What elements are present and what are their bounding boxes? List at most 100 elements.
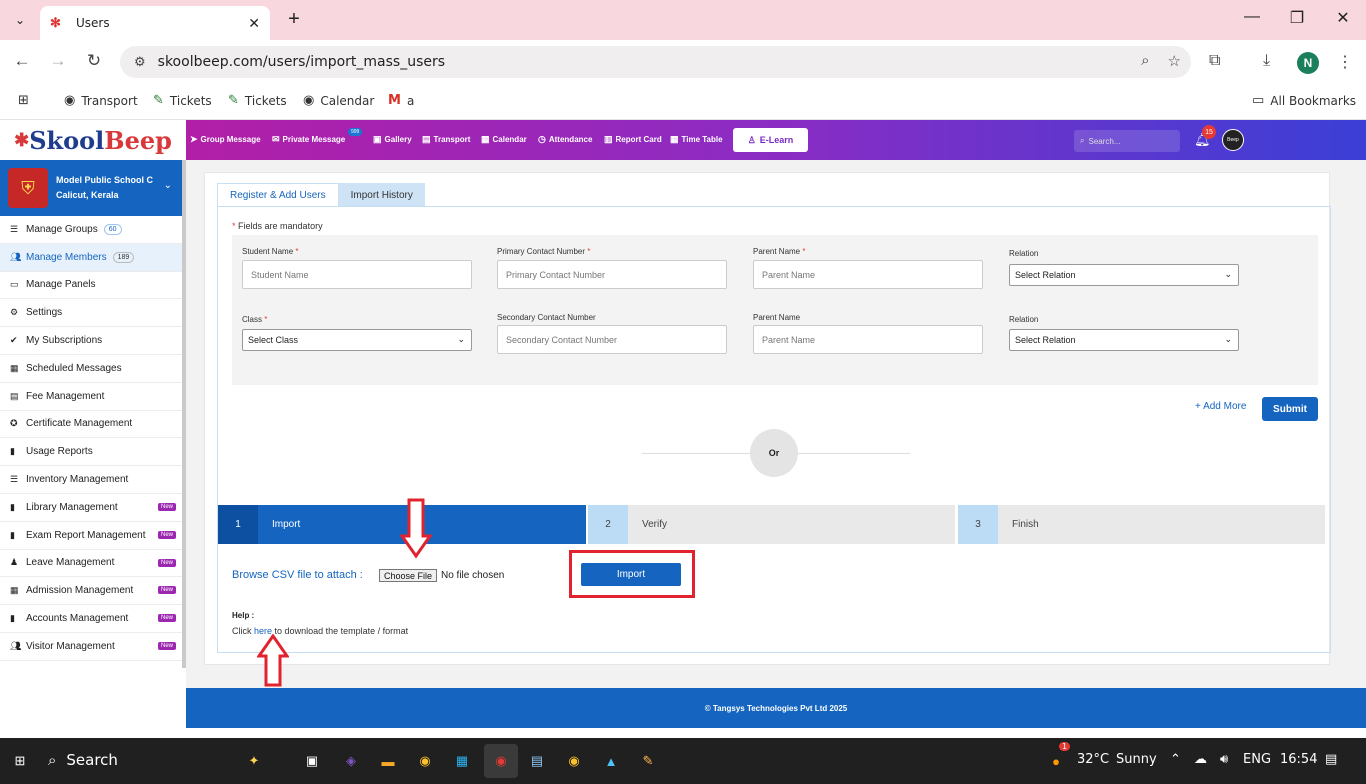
add-more-button[interactable]: + Add More	[1195, 401, 1246, 412]
weather-sun-icon[interactable]: ●	[1046, 751, 1066, 771]
nav-attendance[interactable]: ◷ Attendance	[538, 134, 592, 145]
sidebar-item-inventory-management[interactable]: ☰ Inventory Management	[0, 466, 182, 494]
globe-icon: ◉	[303, 93, 315, 108]
restore-icon[interactable]: ❐	[1282, 8, 1312, 28]
logo-mark-icon: ✱	[14, 129, 30, 151]
nav-group-message[interactable]: ➤ Group Message	[190, 134, 261, 145]
bookmark-tickets-1[interactable]: ✎ Tickets	[153, 93, 212, 108]
notification-center-icon[interactable]: ▤	[1325, 752, 1337, 767]
close-window-icon[interactable]: ✕	[1328, 8, 1358, 28]
parent-name-input[interactable]: Parent Name	[753, 260, 983, 289]
admission-icon: ▦	[10, 585, 19, 596]
sidebar-item-accounts-management[interactable]: ▮ Accounts Management New	[0, 605, 182, 633]
bookmark-gmail[interactable]: Ma	[388, 93, 414, 108]
bookmark-transport[interactable]: ◉ Transport	[64, 93, 138, 108]
sidebar-item-fee-management[interactable]: ▤ Fee Management	[0, 383, 182, 411]
forward-icon[interactable]: →	[46, 51, 70, 71]
file-explorer-icon[interactable]: ▬	[378, 751, 398, 771]
profile-avatar[interactable]: N	[1297, 52, 1319, 74]
zoom-icon[interactable]: ⌕	[1141, 52, 1149, 70]
tray-chevron-up-icon[interactable]: ⌃	[1170, 752, 1181, 767]
chrome-active-icon[interactable]: ◉	[491, 751, 511, 771]
gear-icon: ⚙	[10, 307, 19, 318]
language-indicator[interactable]: ENG	[1243, 752, 1271, 767]
sidebar-item-manage-groups[interactable]: ☰ Manage Groups 60	[0, 216, 182, 244]
relation-select[interactable]: Select Relation ⌄	[1009, 264, 1239, 286]
primary-contact-input[interactable]: Primary Contact Number	[497, 260, 727, 289]
bookmark-tickets-2[interactable]: ✎ Tickets	[228, 93, 287, 108]
menu-dots-icon[interactable]: ⋮	[1337, 52, 1353, 72]
notepad-icon[interactable]: ▤	[527, 751, 547, 771]
reload-icon[interactable]: ↻	[82, 51, 106, 71]
tab-close-icon[interactable]: ✕	[248, 15, 260, 32]
back-icon[interactable]: ←	[10, 51, 34, 71]
tab-register-add-users[interactable]: Register & Add Users	[217, 183, 339, 207]
sidebar-item-usage-reports[interactable]: ▮ Usage Reports	[0, 438, 182, 467]
tab-search-chevron-icon[interactable]: ⌄	[8, 8, 32, 32]
primary-contact-label: Primary Contact Number *	[497, 247, 591, 256]
app-search-input[interactable]: ⌕ Search...	[1074, 130, 1180, 152]
sidebar-item-manage-panels[interactable]: ▭ Manage Panels	[0, 272, 182, 300]
folder-icon: ▭	[1252, 93, 1265, 108]
nav-calendar[interactable]: ▦ Calendar	[481, 134, 527, 145]
copilot-sparkle-icon[interactable]: ✦	[244, 751, 264, 771]
bookmark-calendar[interactable]: ◉ Calendar	[303, 93, 374, 108]
step-verify: 2 Verify	[588, 505, 955, 544]
site-info-icon[interactable]: ⚙	[134, 54, 146, 70]
globe-icon: ◉	[64, 93, 76, 108]
browser-tab[interactable]: ✻ Users ✕	[40, 6, 270, 40]
secondary-contact-input[interactable]: Secondary Contact Number	[497, 325, 727, 354]
bookmarks-bar: ⊞ ◉ Transport ✎ Tickets ✎ Tickets ◉ Calendar…	[0, 84, 1366, 120]
nav-transport[interactable]: ▤ Transport	[422, 134, 470, 145]
chrome-profile-icon[interactable]: ◉	[564, 751, 584, 771]
windows-start-icon[interactable]: ⊞	[10, 751, 30, 771]
elearn-button[interactable]: ♙ E-Learn	[733, 128, 808, 152]
new-tab-button[interactable]: +	[282, 8, 306, 31]
submit-button[interactable]: Submit	[1262, 397, 1318, 421]
sidebar-item-my-subscriptions[interactable]: ✔ My Subscriptions	[0, 327, 182, 355]
nav-private-message[interactable]: ✉ Private Message	[272, 134, 345, 145]
paint-icon[interactable]: ✎	[638, 751, 658, 771]
weather-condition: Sunny	[1116, 752, 1157, 767]
choose-file-button[interactable]: Choose File	[379, 569, 438, 582]
extensions-icon[interactable]: ⧉	[1209, 52, 1220, 70]
nav-report-card[interactable]: ▥ Report Card	[604, 134, 662, 145]
sidebar-item-library-management[interactable]: ▮ Library Management New	[0, 494, 182, 522]
school-crest-icon: ⛨	[8, 168, 48, 208]
school-selector[interactable]: ⛨ Model Public School C Calicut, Kerala …	[0, 160, 182, 216]
import-button[interactable]: Import	[581, 563, 681, 586]
nav-time-table[interactable]: ▦ Time Table	[670, 134, 723, 145]
photos-icon[interactable]: ▲	[601, 751, 621, 771]
bookmark-star-icon[interactable]: ☆	[1168, 52, 1181, 70]
minimize-icon[interactable]: —	[1237, 8, 1267, 26]
sidebar-item-leave-management[interactable]: ♟ Leave Management New	[0, 550, 182, 578]
sidebar-item-exam-report-management[interactable]: ▮ Exam Report Management New	[0, 522, 182, 550]
all-bookmarks[interactable]: ▭ All Bookmarks	[1252, 93, 1356, 108]
clock-time[interactable]: 16:54	[1280, 752, 1317, 767]
student-name-input[interactable]: Student Name	[242, 260, 472, 289]
apps-grid-icon[interactable]: ⊞	[18, 93, 29, 108]
volume-icon[interactable]: 🔊︎	[1220, 752, 1228, 767]
sidebar-item-visitor-management[interactable]: 👥︎ Visitor Management New	[0, 633, 182, 661]
sidebar-item-scheduled-messages[interactable]: ▦ Scheduled Messages	[0, 355, 182, 383]
copilot-icon[interactable]: ◈	[341, 751, 361, 771]
network-icon[interactable]: ☁	[1194, 752, 1207, 767]
taskbar-search[interactable]: ⌕ Search	[48, 751, 118, 769]
skoolbeep-logo[interactable]: ✱ Skool Beep	[0, 120, 186, 160]
tab-import-history[interactable]: Import History	[338, 183, 425, 207]
sidebar-item-manage-members[interactable]: 👥︎ Manage Members 189	[0, 243, 182, 272]
parent-name-input-2[interactable]: Parent Name	[753, 325, 983, 354]
store-icon[interactable]: ▦	[452, 751, 472, 771]
sidebar-item-certificate-management[interactable]: ✪ Certificate Management	[0, 411, 182, 439]
chrome-icon[interactable]: ◉	[415, 751, 435, 771]
sidebar-item-settings[interactable]: ⚙ Settings	[0, 299, 182, 328]
relation-select-2[interactable]: Select Relation ⌄	[1009, 329, 1239, 351]
task-view-icon[interactable]: ▣	[302, 751, 322, 771]
nav-gallery[interactable]: ▣ Gallery	[373, 134, 412, 145]
address-bar[interactable]: ⚙ skoolbeep.com/users/import_mass_users …	[120, 46, 1191, 78]
class-select[interactable]: Select Class ⌄	[242, 329, 472, 351]
downloads-icon[interactable]: ⤓	[1263, 52, 1270, 70]
sidebar-item-admission-management[interactable]: ▦ Admission Management New	[0, 577, 182, 606]
user-profile-avatar[interactable]: Beep	[1222, 129, 1244, 151]
chevron-down-icon[interactable]: ⌄	[164, 180, 172, 191]
